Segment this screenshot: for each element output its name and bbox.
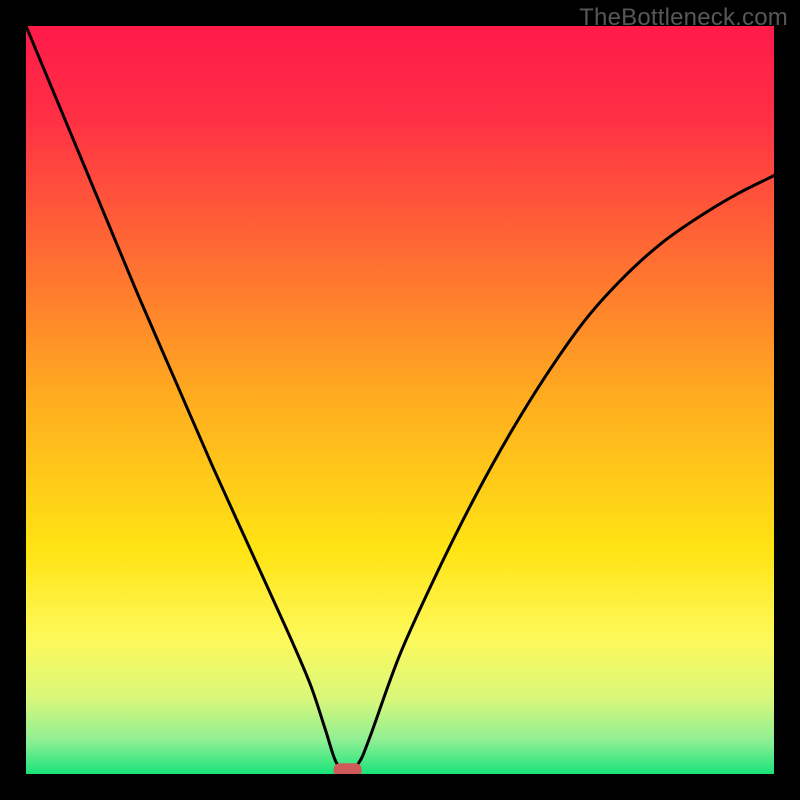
chart-frame: TheBottleneck.com — [0, 0, 800, 800]
chart-plot-area — [26, 26, 774, 774]
chart-background — [26, 26, 774, 774]
optimal-marker — [334, 763, 362, 774]
chart-svg — [26, 26, 774, 774]
